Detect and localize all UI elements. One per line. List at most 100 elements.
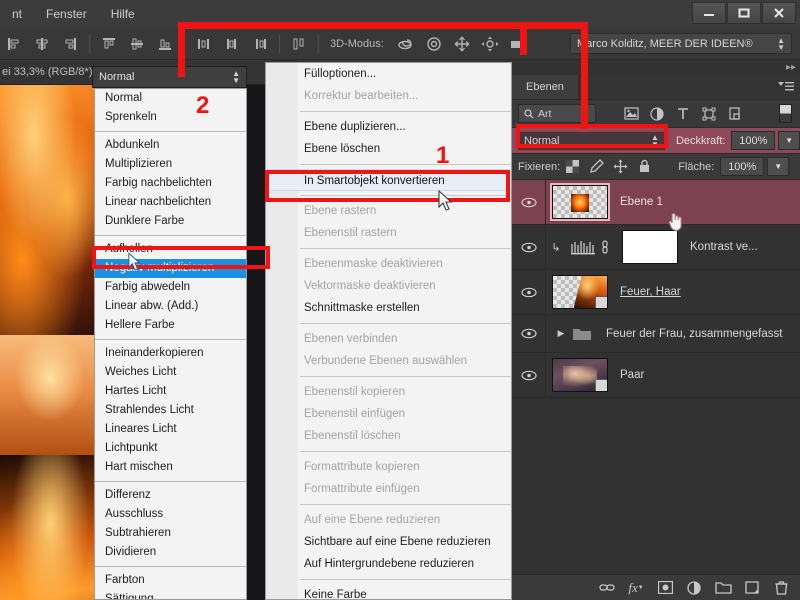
distribute-vertical-icon[interactable] <box>287 33 311 55</box>
context-menu-item[interactable]: Schnittmaske erstellen <box>266 297 511 319</box>
panel-blend-mode-select[interactable]: Normal ▲ ▼ <box>517 130 666 151</box>
smartobject-filter-icon[interactable] <box>722 104 748 124</box>
table-row[interactable]: Feuer, Haar <box>512 269 800 315</box>
filter-enable-toggle[interactable] <box>779 104 792 123</box>
close-button[interactable] <box>762 2 796 24</box>
blend-mode-option[interactable]: Negativ multiplizieren <box>95 259 246 278</box>
fx-icon[interactable]: fx ▼ <box>623 577 649 599</box>
lock-paint-icon[interactable] <box>584 157 608 177</box>
opacity-value[interactable]: 100% <box>731 131 776 150</box>
minimize-button[interactable] <box>692 2 726 24</box>
blend-mode-option[interactable]: Differenz <box>95 486 246 505</box>
blend-mode-option[interactable]: Normal <box>95 89 246 108</box>
blend-mode-option[interactable]: Farbig nachbelichten <box>95 174 246 193</box>
blend-mode-option[interactable]: Strahlendes Licht <box>95 401 246 420</box>
blend-mode-option[interactable]: Farbton <box>95 571 246 590</box>
blend-mode-option[interactable]: Hartes Licht <box>95 382 246 401</box>
blend-mode-option[interactable]: Dividieren <box>95 543 246 562</box>
distribute-left-icon[interactable] <box>192 33 216 55</box>
layer-name[interactable]: Kontrast ve... <box>690 241 758 253</box>
expand-group-icon[interactable]: ▶ <box>552 328 570 339</box>
context-menu-item[interactable]: Sichtbare auf eine Ebene reduzieren <box>266 531 511 553</box>
link-layers-icon[interactable] <box>594 577 620 599</box>
eye-icon[interactable] <box>512 224 546 270</box>
layer-mask-thumbnail[interactable] <box>622 230 678 264</box>
slide-3d-icon[interactable] <box>478 33 502 55</box>
layer-context-menu[interactable]: Fülloptionen... Korrektur bearbeiten... Eb… <box>265 62 512 600</box>
blend-mode-dropdown-list[interactable]: Normal Sprenkeln Abdunkeln Multiplizieren Fa… <box>94 88 247 600</box>
opacity-stepper[interactable]: ▼ <box>778 131 800 150</box>
type-filter-icon[interactable] <box>670 104 696 124</box>
table-row[interactable]: Ebene 1 <box>512 179 800 225</box>
new-layer-icon[interactable] <box>739 577 765 599</box>
align-right-icon[interactable] <box>58 33 82 55</box>
blend-mode-option[interactable]: Linear nachbelichten <box>95 193 246 212</box>
layer-thumbnail[interactable] <box>550 183 610 221</box>
fill-stepper[interactable]: ▼ <box>767 157 790 176</box>
context-menu-item[interactable]: Fülloptionen... <box>266 63 511 85</box>
layer-thumbnail[interactable] <box>552 358 608 392</box>
layer-name[interactable]: Feuer der Frau, zusammengefasst <box>606 328 782 340</box>
blend-mode-option[interactable]: Hart mischen <box>95 458 246 477</box>
table-row[interactable]: ↳ Kontrast ve... <box>512 224 800 270</box>
blend-mode-option[interactable]: Multiplizieren <box>95 155 246 174</box>
menu-item-nt[interactable]: nt <box>0 0 34 28</box>
blend-mode-option[interactable]: Dunklere Farbe <box>95 212 246 231</box>
align-left-icon[interactable] <box>2 33 26 55</box>
layer-thumbnail[interactable] <box>552 275 608 309</box>
eye-icon[interactable] <box>512 314 546 353</box>
delete-layer-icon[interactable] <box>768 577 794 599</box>
blend-mode-option[interactable]: Weiches Licht <box>95 363 246 382</box>
collapse-panels-icon[interactable]: ▸▸ <box>786 62 796 73</box>
blend-mode-option[interactable]: Lichtpunkt <box>95 439 246 458</box>
layer-filter-select[interactable]: Art <box>518 104 596 123</box>
canvas-blend-mode-field[interactable]: Normal ▲ ▼ <box>92 66 247 88</box>
blend-mode-option[interactable]: Abdunkeln <box>95 136 246 155</box>
maximize-button[interactable] <box>727 2 761 24</box>
curves-adjustment-icon[interactable] <box>566 234 600 260</box>
context-menu-item[interactable]: Keine Farbe <box>266 584 511 599</box>
pan-3d-icon[interactable] <box>450 33 474 55</box>
blend-mode-option[interactable]: Lineares Licht <box>95 420 246 439</box>
eye-icon[interactable] <box>512 179 546 225</box>
layer-name[interactable]: Paar <box>620 369 644 381</box>
blend-mode-option[interactable]: Ineinanderkopieren <box>95 344 246 363</box>
image-filter-icon[interactable] <box>618 104 644 124</box>
fill-value[interactable]: 100% <box>720 157 765 176</box>
table-row[interactable]: ▶ Feuer der Frau, zusammengefasst <box>512 314 800 353</box>
link-mask-icon[interactable] <box>600 240 618 254</box>
rotate-3d-icon[interactable] <box>394 33 418 55</box>
blend-mode-option[interactable]: Hellere Farbe <box>95 316 246 335</box>
context-menu-item[interactable]: Auf Hintergrundebene reduzieren <box>266 553 511 575</box>
shape-filter-icon[interactable] <box>696 104 722 124</box>
distribute-right-icon[interactable] <box>248 33 272 55</box>
blend-mode-option[interactable]: Farbig abwedeln <box>95 278 246 297</box>
source-select[interactable]: Marco Kolditz, MEER DER IDEEN® ▲ ▼ <box>570 33 792 54</box>
new-group-icon[interactable] <box>710 577 736 599</box>
menu-item-hilfe[interactable]: Hilfe <box>99 0 147 28</box>
context-menu-item[interactable]: Ebene duplizieren... <box>266 116 511 138</box>
adjustment-layer-icon[interactable] <box>681 577 707 599</box>
layer-name[interactable]: Ebene 1 <box>620 196 663 208</box>
tab-ebenen[interactable]: Ebenen <box>512 75 579 99</box>
lock-transparency-icon[interactable] <box>560 157 584 177</box>
table-row[interactable]: Paar <box>512 352 800 398</box>
align-top-icon[interactable] <box>97 33 121 55</box>
blend-mode-option[interactable]: Aufhellen <box>95 240 246 259</box>
context-menu-item[interactable]: Ebene löschen <box>266 138 511 160</box>
align-bottom-icon[interactable] <box>153 33 177 55</box>
add-mask-icon[interactable] <box>652 577 678 599</box>
document-tab-label[interactable]: ei 33,3% (RGB/8*) <box>0 66 92 78</box>
roll-3d-icon[interactable] <box>422 33 446 55</box>
align-middle-v-icon[interactable] <box>125 33 149 55</box>
lock-position-icon[interactable] <box>608 157 632 177</box>
blend-mode-option[interactable]: Sprenkeln <box>95 108 246 127</box>
lock-all-icon[interactable] <box>632 157 656 177</box>
blend-mode-option[interactable]: Sättigung <box>95 590 246 599</box>
panel-menu-icon[interactable] <box>778 81 794 92</box>
camera-3d-icon[interactable] <box>506 33 530 55</box>
eye-icon[interactable] <box>512 269 546 315</box>
distribute-center-h-icon[interactable] <box>220 33 244 55</box>
context-menu-item[interactable]: In Smartobjekt konvertieren <box>266 169 511 191</box>
adjustment-filter-icon[interactable] <box>644 104 670 124</box>
